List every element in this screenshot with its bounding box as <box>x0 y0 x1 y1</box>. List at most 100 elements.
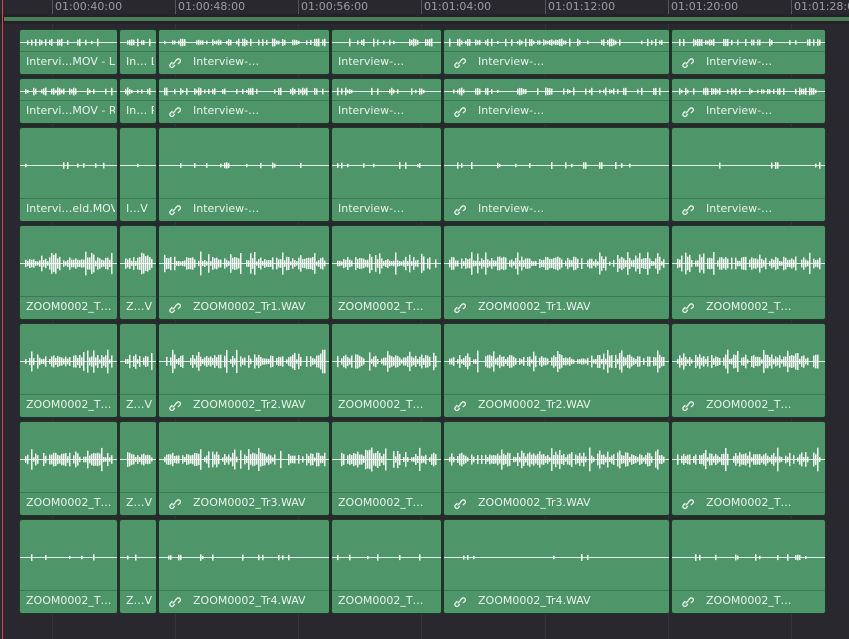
audio-clip[interactable]: Interview-… <box>158 29 330 75</box>
clip-name-bar: ZOOM0002_Tr1.WAV <box>159 296 329 319</box>
link-icon <box>682 58 694 69</box>
clip-waveform-area <box>672 422 825 495</box>
audio-clip[interactable]: ZOOM0002_T… <box>19 323 118 418</box>
audio-tracks-area: Intervi…MOV - L In… L Interview-… Interview… <box>0 24 849 614</box>
audio-clip[interactable]: Interview-… <box>671 29 826 75</box>
audio-clip[interactable]: Intervi…MOV - L <box>19 29 118 75</box>
audio-clip[interactable]: ZOOM0002_Tr3.WAV <box>443 421 670 516</box>
clip-waveform-area <box>444 520 669 593</box>
clip-name-bar: ZOOM0002_T… <box>332 492 441 515</box>
waveform <box>120 353 156 370</box>
clip-name-bar: ZOOM0002_T… <box>672 394 825 417</box>
playhead[interactable] <box>2 0 3 639</box>
clip-name-bar: I…V <box>120 198 156 221</box>
audio-clip[interactable]: ZOOM0002_T… <box>671 421 826 516</box>
clip-name: Interview-… <box>338 55 405 68</box>
audio-clip[interactable]: I…V <box>119 127 157 222</box>
audio-clip[interactable]: Interview-… <box>331 127 442 222</box>
audio-clip[interactable]: ZOOM0002_T… <box>331 323 442 418</box>
clip-name: ZOOM0002_T… <box>26 398 112 411</box>
waveform <box>120 452 156 467</box>
link-icon <box>682 597 694 608</box>
clip-name-bar: Interview-… <box>159 51 329 74</box>
audio-clip[interactable]: Interview-… <box>443 127 670 222</box>
clip-name: In… L <box>126 55 154 68</box>
audio-clip[interactable]: Intervi…MOV - R <box>19 78 118 124</box>
clip-name: Z…V <box>126 300 153 313</box>
clip-name: Interview-… <box>338 202 405 215</box>
audio-clip[interactable]: ZOOM0002_Tr2.WAV <box>158 323 330 418</box>
timeline-range-bar[interactable] <box>4 17 849 21</box>
clip-waveform-area <box>20 520 117 593</box>
clip-waveform-area <box>672 324 825 397</box>
clip-name: Interview-… <box>193 104 260 117</box>
audio-clip[interactable]: ZOOM0002_T… <box>19 225 118 320</box>
clip-name: ZOOM0002_Tr1.WAV <box>193 300 306 313</box>
clip-name: Intervi…MOV - R <box>26 104 115 117</box>
waveform <box>20 554 117 561</box>
audio-clip[interactable]: Interview-… <box>331 29 442 75</box>
audio-clip[interactable]: ZOOM0002_Tr1.WAV <box>443 225 670 320</box>
clip-waveform-area <box>159 324 329 397</box>
audio-clip[interactable]: ZOOM0002_Tr4.WAV <box>158 519 330 614</box>
clip-name: ZOOM0002_T… <box>26 300 112 313</box>
audio-clip[interactable]: ZOOM0002_T… <box>331 225 442 320</box>
waveform <box>20 251 117 276</box>
waveform <box>120 252 156 275</box>
audio-clip[interactable]: Z…V <box>119 519 157 614</box>
clip-waveform-area <box>159 128 329 201</box>
audio-clip[interactable]: Interview-… <box>443 78 670 124</box>
ruler-timecode: 01:01:28:00 <box>794 0 849 13</box>
clip-name: Z…V <box>126 398 153 411</box>
audio-clip[interactable]: Interview-… <box>158 127 330 222</box>
clip-name-bar: ZOOM0002_Tr4.WAV <box>444 590 669 613</box>
audio-clip[interactable]: Interview-… <box>158 78 330 124</box>
timeline-ruler[interactable]: 01:00:40:00 01:00:48:00 01:00:56:00 01:01:0… <box>0 0 849 14</box>
clip-name-bar: Interview-… <box>672 100 825 123</box>
audio-clip[interactable]: In… R <box>119 78 157 124</box>
audio-clip[interactable]: ZOOM0002_T… <box>671 225 826 320</box>
clip-name-bar: ZOOM0002_Tr3.WAV <box>159 492 329 515</box>
clip-name-bar: Z…V <box>120 296 156 319</box>
audio-clip[interactable]: Interview-… <box>443 29 670 75</box>
ruler-timecode: 01:01:20:00 <box>671 0 739 13</box>
audio-clip[interactable]: ZOOM0002_T… <box>19 519 118 614</box>
audio-clip[interactable]: Interview-… <box>331 78 442 124</box>
clip-name-bar: ZOOM0002_T… <box>672 296 825 319</box>
waveform <box>444 162 669 169</box>
audio-clip[interactable]: ZOOM0002_Tr1.WAV <box>158 225 330 320</box>
audio-clip[interactable]: Z…V <box>119 225 157 320</box>
link-icon <box>169 303 181 314</box>
link-icon <box>454 401 466 412</box>
audio-clip[interactable]: Z…V <box>119 421 157 516</box>
audio-clip[interactable]: Z…V <box>119 323 157 418</box>
audio-clip[interactable]: Interview-… <box>671 78 826 124</box>
clip-name: Interview-… <box>193 55 260 68</box>
audio-clip[interactable]: Intervi…eld.MOV <box>19 127 118 222</box>
waveform <box>672 349 825 374</box>
audio-clip[interactable]: ZOOM0002_Tr3.WAV <box>158 421 330 516</box>
waveform <box>159 162 329 169</box>
link-icon <box>454 58 466 69</box>
ruler-timecode: 01:01:04:00 <box>424 0 492 13</box>
clip-name: ZOOM0002_T… <box>338 398 424 411</box>
audio-clip[interactable]: ZOOM0002_Tr2.WAV <box>443 323 670 418</box>
clip-waveform-area <box>332 422 441 495</box>
clip-name-bar: In… R <box>120 100 156 123</box>
audio-clip[interactable]: ZOOM0002_T… <box>331 421 442 516</box>
audio-clip[interactable]: ZOOM0002_T… <box>331 519 442 614</box>
clip-name: Interview-… <box>193 202 260 215</box>
clip-name: ZOOM0002_Tr1.WAV <box>478 300 591 313</box>
clip-name-bar: Interview-… <box>332 198 441 221</box>
clip-name: Interview-… <box>706 104 773 117</box>
audio-clip[interactable]: ZOOM0002_T… <box>671 323 826 418</box>
audio-clip[interactable]: In… L <box>119 29 157 75</box>
clip-waveform-area <box>444 324 669 397</box>
audio-clip[interactable]: ZOOM0002_T… <box>671 519 826 614</box>
audio-clip[interactable]: ZOOM0002_T… <box>19 421 118 516</box>
audio-clip[interactable]: Interview-… <box>671 127 826 222</box>
audio-clip[interactable]: ZOOM0002_Tr4.WAV <box>443 519 670 614</box>
clip-waveform-area <box>332 324 441 397</box>
clip-name: Interview-… <box>478 104 545 117</box>
clip-name-bar: ZOOM0002_T… <box>20 492 117 515</box>
